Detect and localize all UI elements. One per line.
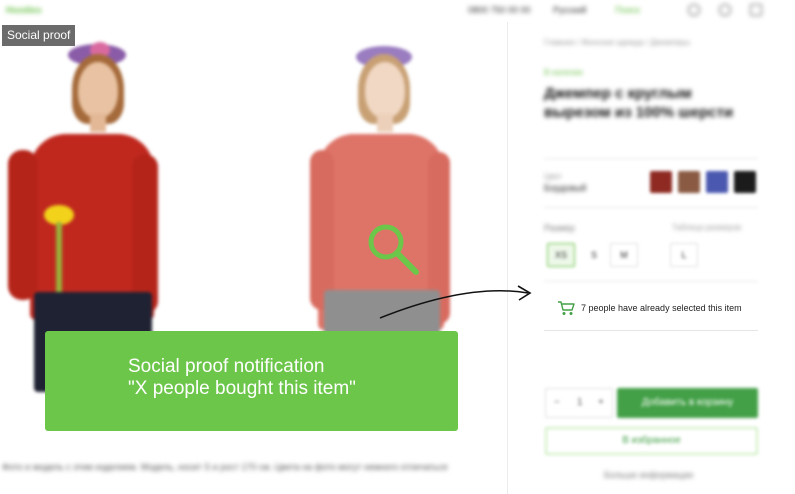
social-proof-text: 7 people have already selected this item xyxy=(581,303,742,313)
favorite-button[interactable]: В избранное xyxy=(545,427,758,455)
heart-icon[interactable] xyxy=(719,4,731,16)
breadcrumb[interactable]: Главная / Женская одежда / Джемперы xyxy=(544,38,690,47)
qty-minus-button[interactable]: − xyxy=(554,397,560,408)
banner-subtitle: "X people bought this item" xyxy=(128,378,356,399)
site-logo[interactable]: Hoodies xyxy=(6,5,42,15)
color-value: Бордовый xyxy=(544,183,587,193)
divider xyxy=(544,281,758,282)
cart-icon xyxy=(558,301,575,315)
phone-number[interactable]: 0800 750 00 00 xyxy=(468,5,531,15)
swatch-brown[interactable] xyxy=(678,171,700,193)
stock-status: В наличии xyxy=(544,68,583,77)
column-divider xyxy=(507,22,508,494)
size-option[interactable]: M xyxy=(610,243,638,267)
quantity-stepper[interactable]: − 1 + xyxy=(545,388,613,418)
product-title: Джемпер с круглым вырезом из 100% шерсти xyxy=(544,85,734,121)
size-option[interactable]: XS xyxy=(547,243,575,267)
site-header: Hoodies 0800 750 00 00 Русский Поиск xyxy=(0,0,795,22)
pointer-arrow-icon xyxy=(379,285,532,319)
zoom-icon[interactable] xyxy=(364,220,424,280)
qty-plus-button[interactable]: + xyxy=(598,397,604,408)
swatch-black[interactable] xyxy=(734,171,756,193)
color-label: Цвет xyxy=(544,172,562,181)
swatch-burgundy[interactable] xyxy=(650,171,672,193)
size-option[interactable]: L xyxy=(670,243,698,267)
divider xyxy=(544,207,758,208)
section-tag: Social proof xyxy=(2,25,75,46)
size-label: Размер xyxy=(544,223,575,233)
more-info-link[interactable]: Больше информации xyxy=(604,470,693,480)
gallery-description: Фото и модель с этим изделием. Модель, н… xyxy=(2,462,448,472)
language-selector[interactable]: Русский xyxy=(553,5,586,15)
divider xyxy=(544,158,758,159)
user-icon[interactable] xyxy=(688,4,700,16)
swatch-blue[interactable] xyxy=(706,171,728,193)
social-proof-banner: Social proof notification "X people boug… xyxy=(45,331,458,431)
cart-icon[interactable] xyxy=(750,4,762,16)
add-to-cart-button[interactable]: Добавить в корзину xyxy=(617,388,758,418)
size-option[interactable]: S xyxy=(580,243,608,267)
size-guide-link[interactable]: Таблица размеров xyxy=(672,223,741,232)
banner-title: Social proof notification xyxy=(128,356,325,377)
social-proof-notice: 7 people have already selected this item xyxy=(545,286,758,330)
qty-value[interactable]: 1 xyxy=(577,397,583,408)
search-link[interactable]: Поиск xyxy=(615,5,640,15)
divider xyxy=(544,330,758,331)
